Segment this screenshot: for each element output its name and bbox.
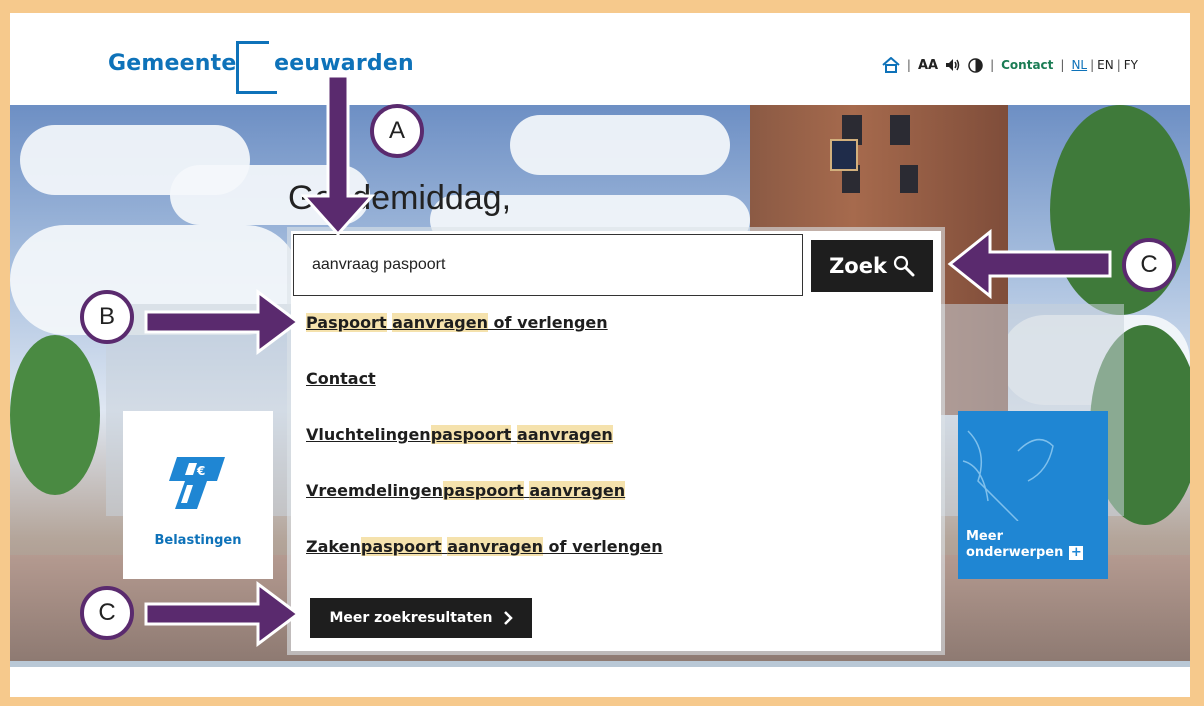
logo-text-gemeente: Gemeente bbox=[108, 51, 237, 76]
tower-clock bbox=[830, 139, 858, 171]
more-results-button[interactable]: Meer zoekresultaten bbox=[310, 598, 532, 638]
site-header: Gemeente eeuwarden | AA | Contact | NL |… bbox=[10, 13, 1190, 105]
search-icon bbox=[893, 255, 915, 277]
callout-a: A bbox=[370, 104, 424, 158]
suggestion-item[interactable]: Paspoort aanvragen of verlengen bbox=[306, 313, 608, 332]
suggestion-text: Zaken bbox=[306, 537, 361, 556]
text-size-button[interactable]: AA bbox=[918, 58, 938, 73]
home-icon[interactable] bbox=[882, 57, 900, 73]
logo-l-mark bbox=[236, 41, 277, 94]
lang-separator: | bbox=[1090, 58, 1095, 72]
lang-separator: | bbox=[1116, 58, 1121, 72]
map-icon bbox=[962, 430, 1054, 521]
highlighted-match: aanvragen bbox=[392, 313, 488, 332]
search-input[interactable]: aanvraag paspoort bbox=[293, 234, 803, 296]
suggestion-text: Vluchtelingen bbox=[306, 425, 431, 444]
nav-separator: | bbox=[906, 58, 911, 72]
nav-separator: | bbox=[1060, 58, 1065, 72]
suggestion-item[interactable]: Vreemdelingenpaspoort aanvragen bbox=[306, 481, 626, 500]
suggestion-text: Vreemdelingen bbox=[306, 481, 444, 500]
lang-nl-link[interactable]: NL bbox=[1071, 58, 1087, 72]
cloud bbox=[510, 115, 730, 175]
tax-icon: € bbox=[169, 457, 225, 509]
tile-meer-onderwerpen[interactable]: Meer onderwerpen + bbox=[958, 411, 1108, 579]
suggestion-text: Contact bbox=[306, 369, 376, 388]
callout-c-top: C bbox=[1122, 238, 1176, 292]
tile-belastingen[interactable]: € Belastingen bbox=[123, 411, 273, 579]
suggestion-item[interactable]: Vluchtelingenpaspoort aanvragen bbox=[306, 425, 613, 444]
callout-b: B bbox=[80, 290, 134, 344]
highlighted-match: paspoort bbox=[443, 481, 524, 500]
tree bbox=[1050, 105, 1190, 315]
plus-icon: + bbox=[1069, 544, 1084, 560]
greeting-heading: Goedemiddag, bbox=[288, 179, 512, 217]
lang-en-link[interactable]: EN bbox=[1097, 58, 1114, 72]
highlighted-match: aanvragen bbox=[529, 481, 626, 500]
callout-c-bottom: C bbox=[80, 586, 134, 640]
top-navigation: | AA | Contact | NL | EN | FY bbox=[882, 57, 1138, 73]
tile-label-line2: onderwerpen bbox=[966, 545, 1064, 560]
language-switcher: NL | EN | FY bbox=[1071, 58, 1138, 72]
highlighted-match: aanvragen bbox=[517, 425, 613, 444]
highlighted-match: Paspoort bbox=[306, 313, 387, 332]
chevron-right-icon bbox=[503, 611, 513, 625]
suggestion-item[interactable]: Zakenpaspoort aanvragen of verlengen bbox=[306, 537, 663, 556]
tile-label: Belastingen bbox=[154, 533, 242, 548]
highlighted-match: aanvragen bbox=[447, 537, 543, 556]
page-bottom-strip bbox=[10, 661, 1190, 697]
suggestion-item[interactable]: Contact bbox=[306, 369, 376, 388]
search-button[interactable]: Zoek bbox=[811, 240, 933, 292]
search-button-label: Zoek bbox=[829, 254, 887, 278]
tile-label-line1: Meer bbox=[966, 529, 1003, 544]
lang-fy-link[interactable]: FY bbox=[1124, 58, 1138, 72]
highlighted-match: paspoort bbox=[430, 425, 512, 444]
more-results-label: Meer zoekresultaten bbox=[329, 610, 493, 626]
logo-text-leeuwarden: eeuwarden bbox=[274, 51, 414, 76]
contrast-icon[interactable] bbox=[968, 57, 983, 73]
nav-separator: | bbox=[990, 58, 995, 72]
svg-text:€: € bbox=[196, 464, 205, 478]
suggestion-text: of verlengen bbox=[542, 537, 663, 556]
tree bbox=[10, 335, 100, 495]
highlighted-match: paspoort bbox=[360, 537, 442, 556]
contact-link[interactable]: Contact bbox=[1001, 58, 1053, 72]
speaker-icon[interactable] bbox=[945, 58, 961, 72]
browser-frame: Gemeente eeuwarden | AA | Contact | NL |… bbox=[10, 13, 1190, 697]
suggestion-text: of verlengen bbox=[487, 313, 608, 332]
tile-label: Meer onderwerpen + bbox=[966, 529, 1084, 561]
